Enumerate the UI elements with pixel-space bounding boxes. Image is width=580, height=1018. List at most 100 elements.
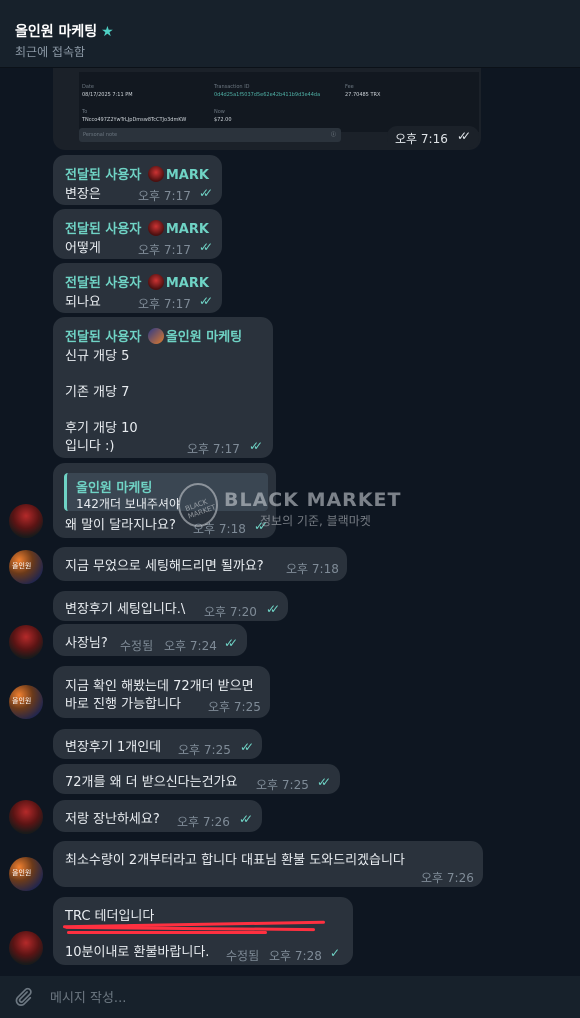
double-check-icon: ✓✓	[266, 602, 280, 616]
message-list[interactable]: Date 08/17/2025 7:11 PM Transaction ID 0…	[0, 68, 580, 976]
fee-value: 27.70485 TRX	[345, 92, 381, 98]
avatar	[147, 274, 164, 290]
outgoing-message[interactable]: TRC 테더입니다 10분이내로 환불바랍니다. 수정됨 오후 7:28 ✓	[53, 897, 353, 965]
forwarded-label: 전달된 사용자	[65, 330, 142, 345]
edited-label: 수정됨	[226, 949, 260, 963]
incoming-message[interactable]: 최소수량이 2개부터라고 합니다 대표님 환불 도와드리겠습니다 오후 7:26	[53, 841, 483, 887]
card-time-pill: 오후 7:16 ✓✓	[387, 126, 479, 148]
forwarded-message[interactable]: 전달된 사용자 MARK 되나요 오후 7:17 ✓✓	[53, 263, 222, 313]
forwarded-label: 전달된 사용자	[65, 168, 142, 183]
forwarded-label: 전달된 사용자	[65, 222, 142, 237]
forwarded-sender[interactable]: 전달된 사용자 MARK	[65, 218, 209, 237]
outgoing-message[interactable]: 72개를 왜 더 받으신다는건가요 오후 7:25 ✓✓	[53, 764, 340, 794]
double-check-icon: ✓✓	[249, 439, 263, 453]
avatar	[147, 166, 164, 182]
message-time: 오후 7:24	[164, 639, 217, 653]
forwarded-sender[interactable]: 전달된 사용자 MARK	[65, 272, 209, 291]
message-text: 변장후기 세팅입니다.\	[65, 602, 186, 617]
avatar[interactable]	[9, 625, 43, 659]
message-time: 오후 7:18	[286, 562, 339, 576]
double-check-icon: ✓✓	[457, 129, 471, 143]
message-time: 오후 7:28	[269, 949, 322, 963]
message-text: 후기 개당 10	[65, 421, 138, 436]
message-time: 오후 7:25	[208, 700, 261, 714]
avatar[interactable]	[9, 931, 43, 965]
to-label: To	[82, 109, 88, 115]
avatar[interactable]: 올인원	[9, 685, 43, 719]
double-check-icon: ✓✓	[199, 294, 213, 308]
double-check-icon: ✓✓	[317, 775, 331, 789]
quote-sender: 올인원 마케팅	[76, 481, 153, 496]
date-value: 08/17/2025 7:11 PM	[82, 92, 133, 98]
message-time: 오후 7:17	[187, 442, 240, 456]
double-check-icon: ✓✓	[199, 186, 213, 200]
message-time: 오후 7:26	[177, 815, 230, 829]
forwarded-sender[interactable]: 전달된 사용자 올인원 마케팅	[65, 326, 242, 345]
txid-label: Transaction ID	[214, 84, 250, 90]
avatar[interactable]: 올인원	[9, 550, 43, 584]
message-text: 사장님?	[65, 636, 108, 651]
forwarded-message[interactable]: 전달된 사용자 MARK 어떻게 오후 7:17 ✓✓	[53, 209, 222, 259]
transaction-screenshot-message[interactable]: Date 08/17/2025 7:11 PM Transaction ID 0…	[53, 68, 481, 150]
message-text: 지금 무었으로 세팅해드리면 될까요?	[65, 559, 264, 574]
forwarded-sender[interactable]: 전달된 사용자 MARK	[65, 164, 209, 183]
forwarded-message[interactable]: 전달된 사용자 올인원 마케팅 신규 개당 5 기존 개당 7 후기 개당 10…	[53, 317, 273, 458]
now-value: $72.00	[214, 117, 232, 123]
message-text: 되나요	[65, 295, 101, 310]
message-text: 기존 개당 7	[65, 385, 130, 400]
sender-name: 올인원 마케팅	[165, 330, 243, 345]
forwarded-message[interactable]: 전달된 사용자 MARK 변장은 오후 7:17 ✓✓	[53, 155, 222, 205]
message-text: 10분이내로 환불바랍니다.	[65, 945, 210, 960]
chat-title[interactable]: 올인원 마케팅 ★	[15, 21, 114, 41]
avatar[interactable]	[9, 800, 43, 834]
outgoing-message[interactable]: 변장후기 1개인데 오후 7:25 ✓✓	[53, 729, 262, 759]
redacted-mark	[67, 931, 267, 934]
date-label: Date	[82, 84, 94, 90]
message-text: 바로 진행 가능합니다	[65, 697, 181, 712]
watermark-title: BLACK MARKET	[224, 489, 402, 511]
message-time: 오후 7:17	[138, 189, 191, 203]
avatar[interactable]: 올인원	[9, 857, 43, 891]
message-text: 72개를 왜 더 받으신다는건가요	[65, 775, 238, 790]
message-time: 오후 7:25	[178, 743, 231, 757]
double-check-icon: ✓✓	[239, 812, 253, 826]
forwarded-label: 전달된 사용자	[65, 276, 142, 291]
blackmarket-logo: BLACK MARKET	[178, 483, 218, 527]
last-seen-status: 최근에 접속함	[15, 45, 86, 59]
outgoing-message[interactable]: 저랑 장난하세요? 오후 7:26 ✓✓	[53, 800, 262, 832]
watermark-subtitle: 정보의 기준, 블랙마켓	[260, 514, 371, 528]
message-text: 저랑 장난하세요?	[65, 812, 160, 827]
message-time: 오후 7:16	[395, 132, 448, 146]
message-text: 왜 말이 달라지나요?	[65, 518, 176, 533]
sender-name: MARK	[165, 222, 209, 237]
paperclip-icon[interactable]	[12, 986, 34, 1008]
fee-label: Fee	[345, 84, 354, 90]
message-time: 오후 7:26	[421, 871, 474, 885]
message-time: 오후 7:17	[138, 243, 191, 257]
incoming-message[interactable]: 지금 확인 해봤는데 72개더 받으면 바로 진행 가능합니다 오후 7:25	[53, 666, 270, 718]
message-text: 변장은	[65, 187, 101, 202]
chat-header[interactable]: 올인원 마케팅 ★ 최근에 접속함	[0, 14, 580, 68]
star-icon: ★	[101, 24, 114, 40]
message-text: 변장후기 1개인데	[65, 740, 162, 755]
message-time: 오후 7:25	[256, 778, 309, 792]
message-input[interactable]	[48, 986, 552, 1010]
message-text: 지금 확인 해봤는데 72개더 받으면	[65, 679, 254, 694]
window-top-strip	[0, 0, 580, 14]
outgoing-message[interactable]: 사장님? 수정됨 오후 7:24 ✓✓	[53, 624, 247, 656]
message-composer[interactable]	[0, 976, 580, 1018]
message-text: TRC 테더입니다	[65, 909, 155, 924]
avatar[interactable]	[9, 504, 43, 538]
transaction-image[interactable]: Date 08/17/2025 7:11 PM Transaction ID 0…	[79, 72, 479, 132]
message-time: 오후 7:17	[138, 297, 191, 311]
edited-label: 수정됨	[120, 639, 154, 653]
check-icon: ✓	[330, 946, 341, 960]
incoming-message[interactable]: 지금 무었으로 세팅해드리면 될까요? 오후 7:18	[53, 547, 347, 581]
outgoing-message[interactable]: 변장후기 세팅입니다.\ 오후 7:20 ✓✓	[53, 591, 288, 621]
message-text: 어떻게	[65, 241, 101, 256]
txid-value: 0d4d25a1f5037d5e62e42b411b9d3e44da	[214, 92, 321, 98]
double-check-icon: ✓✓	[240, 740, 254, 754]
message-text: 입니다 :)	[65, 439, 115, 454]
double-check-icon: ✓✓	[199, 240, 213, 254]
to-value: TNcco497Z2YwTrLJpDmsw8TcCTJo3dmKW	[82, 117, 187, 123]
